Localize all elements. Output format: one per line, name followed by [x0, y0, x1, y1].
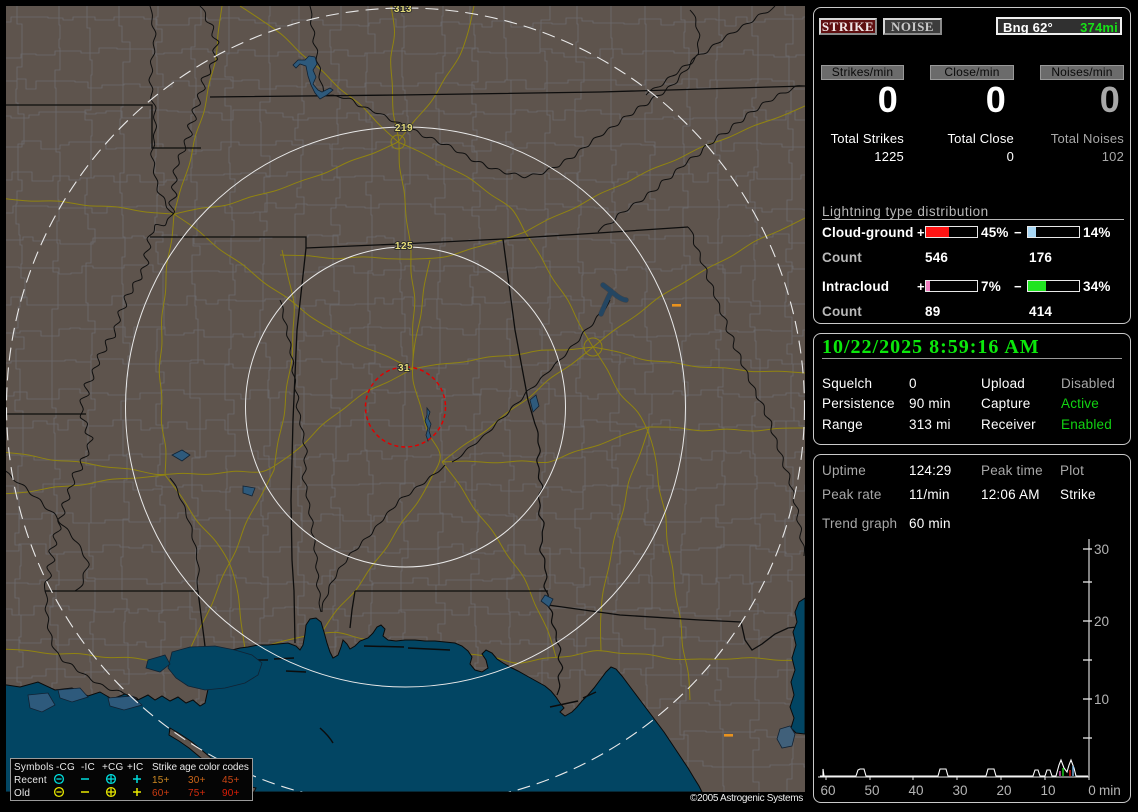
svg-text:219: 219 [395, 123, 413, 134]
svg-text:20: 20 [1094, 614, 1109, 629]
svg-text:20: 20 [996, 783, 1011, 798]
svg-text:60: 60 [820, 783, 835, 798]
svg-text:min: min [1099, 783, 1121, 798]
svg-text:30: 30 [1094, 542, 1109, 557]
svg-text:31: 31 [398, 363, 410, 374]
svg-text:50: 50 [864, 783, 879, 798]
svg-text:30: 30 [952, 783, 967, 798]
svg-text:125: 125 [395, 241, 413, 252]
svg-text:40: 40 [908, 783, 923, 798]
svg-text:0: 0 [1088, 783, 1096, 798]
svg-text:313: 313 [394, 6, 412, 15]
svg-text:10: 10 [1094, 692, 1109, 707]
svg-text:10: 10 [1040, 783, 1055, 798]
